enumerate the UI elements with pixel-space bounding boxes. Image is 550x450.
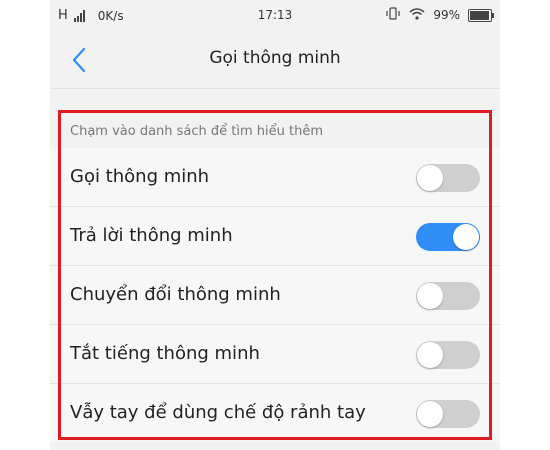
phone-screen: H 0K/s 17:13 99% Gọi thông minh Chạm vào… xyxy=(50,0,500,450)
toggle-knob xyxy=(417,401,443,427)
toggle-knob xyxy=(417,342,443,368)
setting-label: Vẫy tay để dùng chế độ rảnh tay xyxy=(70,402,366,423)
header-divider xyxy=(50,88,500,89)
setting-label: Gọi thông minh xyxy=(70,166,210,187)
setting-wave-handsfree[interactable]: Vẫy tay để dùng chế độ rảnh tay xyxy=(50,384,500,442)
setting-smart-switch[interactable]: Chuyển đổi thông minh xyxy=(50,266,500,325)
toggle-knob xyxy=(417,165,443,191)
smart-switch-toggle[interactable] xyxy=(416,282,480,310)
page-title: Gọi thông minh xyxy=(209,48,341,68)
wave-handsfree-toggle[interactable] xyxy=(416,400,480,428)
settings-list: Gọi thông minh Trả lời thông minh Chuyển… xyxy=(50,148,500,442)
wifi-icon xyxy=(409,7,425,23)
battery-level: 99% xyxy=(433,8,460,22)
setting-smart-mute[interactable]: Tắt tiếng thông minh xyxy=(50,325,500,384)
status-bar: H 0K/s 17:13 99% xyxy=(50,0,500,32)
setting-smart-answer[interactable]: Trả lời thông minh xyxy=(50,207,500,266)
setting-label: Tắt tiếng thông minh xyxy=(70,343,260,364)
setting-label: Chuyển đổi thông minh xyxy=(70,284,281,305)
status-right: 99% xyxy=(385,7,494,23)
smart-call-toggle[interactable] xyxy=(416,164,480,192)
smart-answer-toggle[interactable] xyxy=(416,223,480,251)
smart-mute-toggle[interactable] xyxy=(416,341,480,369)
battery-icon xyxy=(468,8,494,22)
section-caption: Chạm vào danh sách để tìm hiểu thêm xyxy=(70,124,324,139)
setting-smart-call[interactable]: Gọi thông minh xyxy=(50,148,500,207)
toggle-knob xyxy=(417,283,443,309)
vibrate-icon xyxy=(385,7,401,23)
setting-label: Trả lời thông minh xyxy=(70,225,233,246)
toggle-knob xyxy=(453,224,479,250)
top-bar: Gọi thông minh xyxy=(50,32,500,88)
